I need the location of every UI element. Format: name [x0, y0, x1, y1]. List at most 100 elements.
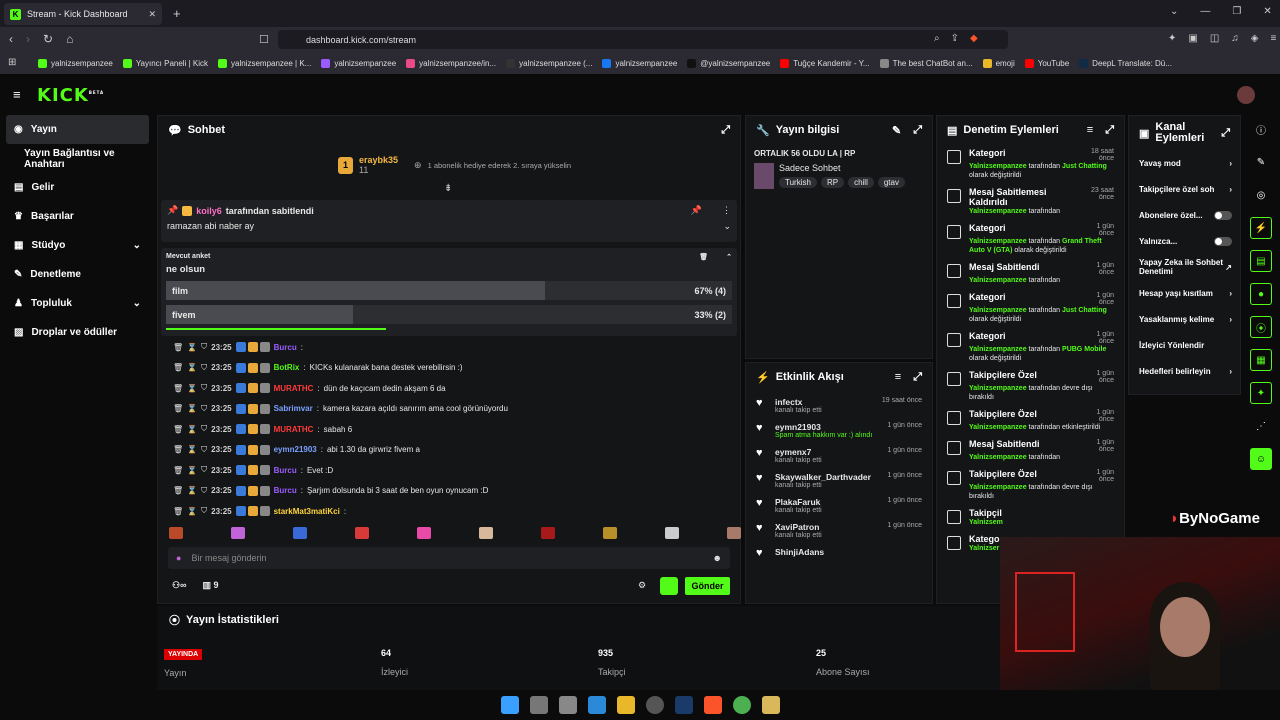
- sidebar-item-droplar[interactable]: ▨ Droplar ve ödüller: [0, 318, 155, 347]
- share-nodes-icon[interactable]: ⋰: [1250, 415, 1272, 437]
- note-icon[interactable]: ▤: [1250, 250, 1272, 272]
- bookmark-item[interactable]: yalnizsempanzee: [321, 58, 396, 68]
- timeout-icon[interactable]: ⌛: [187, 343, 197, 352]
- timeout-icon[interactable]: ⌛: [187, 486, 197, 495]
- bookmark-item[interactable]: Tuğçe Kandemir - Y...: [780, 58, 870, 68]
- moderation-item[interactable]: Kategori 1 gün önce Yalnizsempanzee tarafı…: [937, 223, 1124, 255]
- moderation-item[interactable]: Takipçilere Özel 1 gün önce Yalnizsempanze…: [937, 469, 1124, 501]
- pencil-icon[interactable]: ✎: [1250, 151, 1272, 173]
- tag-pill[interactable]: RP: [820, 177, 845, 188]
- poll-option[interactable]: film 67% (4): [166, 281, 732, 300]
- channel-action-item[interactable]: Yavaş mod ›: [1129, 150, 1240, 176]
- folder-icon[interactable]: [616, 696, 635, 714]
- window-controls[interactable]: ⌄ — ❐ ✕: [1170, 6, 1272, 17]
- chat-message[interactable]: 🗑 ⌛ ⛉ 23:25 MURATHC: dün de kaçıcam dedin akş…: [159, 378, 735, 399]
- steam-icon[interactable]: [674, 696, 693, 714]
- bookmark-item[interactable]: DeepL Translate: Dü...: [1079, 58, 1172, 68]
- sidebar-item-gelir[interactable]: ▤ Gelir: [0, 173, 155, 202]
- chat-username[interactable]: MURATHC: [274, 384, 314, 393]
- chat-message[interactable]: 🗑 ⌛ ⛉ 23:25 Burcu: Evet :D: [159, 460, 735, 481]
- trash-icon[interactable]: 🗑: [699, 253, 708, 261]
- channel-action-item[interactable]: İzleyici Yönlendir: [1129, 332, 1240, 358]
- more-icon[interactable]: ⋮: [722, 205, 731, 216]
- bookmark-item[interactable]: The best ChatBot an...: [879, 58, 973, 68]
- moderation-item[interactable]: Mesaj Sabitlendi 1 gün önce Yalnizsempanze…: [937, 262, 1124, 285]
- chat-username[interactable]: Sabrimvar: [274, 404, 313, 413]
- users-infinity-icon[interactable]: ⚇∞: [172, 580, 186, 591]
- app-icon[interactable]: ☺: [1250, 448, 1272, 470]
- wallet-icon[interactable]: ◫: [1210, 33, 1219, 44]
- moderation-item[interactable]: Kategori 18 saat önce Yalnizsempanzee tara…: [937, 148, 1124, 180]
- taskview-icon[interactable]: [529, 696, 548, 714]
- collapse-icon[interactable]: ⌃: [726, 253, 732, 261]
- chat-username[interactable]: BotRix: [274, 363, 300, 372]
- target-icon[interactable]: ◎: [1250, 184, 1272, 206]
- browser-tab[interactable]: K Stream - Kick Dashboard ✕: [4, 3, 162, 25]
- new-tab-icon[interactable]: +: [173, 6, 181, 21]
- chrome-icon[interactable]: [732, 696, 751, 714]
- trash-icon[interactable]: 🗑: [173, 384, 183, 393]
- chat-username[interactable]: starkMat3matiKci: [274, 507, 340, 516]
- moderation-item[interactable]: Kategori 1 gün önce Yalnizsempanzee tarafı…: [937, 331, 1124, 363]
- chat-input[interactable]: ● Bir mesaj gönderin ☻: [168, 547, 730, 569]
- popout-icon[interactable]: ⤢: [913, 124, 922, 137]
- bookmark-star-icon[interactable]: ☐: [259, 33, 269, 46]
- filter-icon[interactable]: ≡: [895, 371, 901, 383]
- zoom-icon[interactable]: ⌕: [934, 33, 940, 44]
- brave-shield-icon[interactable]: ◆: [970, 33, 978, 44]
- tag-pill[interactable]: chill: [848, 177, 874, 188]
- activity-item[interactable]: ♥ eymn21903 1 gün önce Spam atma hakkım var…: [746, 422, 932, 439]
- moderation-item[interactable]: Takipçil Yalnizsem: [937, 508, 1124, 527]
- brave-icon[interactable]: [703, 696, 722, 714]
- activity-item[interactable]: ♥ XaviPatron 1 gün önce kanalı takip etti: [746, 522, 932, 539]
- bookmark-item[interactable]: emoji: [982, 58, 1015, 68]
- filter-icon[interactable]: ≡: [1087, 124, 1093, 136]
- channel-action-item[interactable]: Yalnızca...: [1129, 228, 1240, 254]
- chat-message[interactable]: 🗑 ⌛ ⛉ 23:25 Sabrimvar: kamera kazara açıldı s…: [159, 399, 735, 420]
- forward-icon[interactable]: ›: [26, 32, 30, 46]
- poll-option[interactable]: fivem 33% (2): [166, 305, 732, 324]
- timeout-icon[interactable]: ⌛: [187, 445, 197, 454]
- chat-bubble-icon[interactable]: ●: [1250, 283, 1272, 305]
- activity-item[interactable]: ♥ ShinjiAdans: [746, 547, 932, 559]
- channel-action-item[interactable]: Hesap yaşı kısıtlam ›: [1129, 280, 1240, 306]
- trash-icon[interactable]: 🗑: [173, 466, 183, 475]
- moderation-item[interactable]: Takipçilere Özel 1 gün önce Yalnizsempanze…: [937, 370, 1124, 402]
- bookmark-item[interactable]: yalnizsempanzee/in...: [406, 58, 496, 68]
- bookmark-item[interactable]: yalnizsempanzee (...: [506, 58, 592, 68]
- emoji-icon[interactable]: ☻: [713, 553, 722, 563]
- trash-icon[interactable]: 🗑: [173, 343, 183, 352]
- restore-icon[interactable]: ❐: [1232, 6, 1241, 17]
- chat-username[interactable]: Burcu: [274, 343, 297, 352]
- close-tab-icon[interactable]: ✕: [148, 9, 156, 20]
- trash-icon[interactable]: 🗑: [173, 486, 183, 495]
- trash-icon[interactable]: 🗑: [173, 425, 183, 434]
- tag-pill[interactable]: Turkish: [779, 177, 817, 188]
- activity-item[interactable]: ♥ PlakaFaruk 1 gün önce kanalı takip etti: [746, 497, 932, 514]
- tag-pill[interactable]: gtav: [877, 177, 905, 188]
- address-actions[interactable]: ⌕ ⇪ ◆: [934, 33, 978, 44]
- chat-username[interactable]: MURATHC: [274, 425, 314, 434]
- sidebar-item-topluluk[interactable]: ♟ Topluluk ⌄: [0, 289, 155, 318]
- layout-icon[interactable]: ▦: [1250, 349, 1272, 371]
- timeout-icon[interactable]: ⌛: [187, 363, 197, 372]
- home-icon[interactable]: ⌂: [66, 32, 73, 46]
- mic-icon[interactable]: ●: [176, 553, 181, 563]
- bookmark-item[interactable]: @yalnizsempanzee: [687, 58, 770, 68]
- popout-icon[interactable]: ⤢: [913, 371, 922, 384]
- bookmark-item[interactable]: Yayıncı Paneli | Kick: [122, 58, 208, 68]
- vpn-icon[interactable]: ◈: [1251, 33, 1259, 44]
- trash-icon[interactable]: 🗑: [173, 445, 183, 454]
- sidebar-item-studyo[interactable]: ▦ Stüdyo ⌄: [0, 231, 155, 260]
- sidebar-item-yayin[interactable]: ◉ Yayın: [6, 115, 149, 144]
- info-icon[interactable]: ⓘ: [1250, 118, 1272, 140]
- expand-icon[interactable]: ⌄: [723, 221, 731, 232]
- tool-icon[interactable]: ✦: [1250, 382, 1272, 404]
- chat-message[interactable]: 🗑 ⌛ ⛉ 23:25 BotRix: KICKs kulanarak bana dest…: [159, 358, 735, 379]
- photos-icon[interactable]: [587, 696, 606, 714]
- media-icon[interactable]: ♫: [1231, 33, 1239, 44]
- sidebar-item-stream-key[interactable]: Yayın Bağlantısı ve Anahtarı: [0, 144, 155, 173]
- extensions-icon[interactable]: ✦: [1168, 33, 1176, 44]
- timeout-icon[interactable]: ⌛: [187, 384, 197, 393]
- popout-icon[interactable]: ⤢: [721, 124, 730, 137]
